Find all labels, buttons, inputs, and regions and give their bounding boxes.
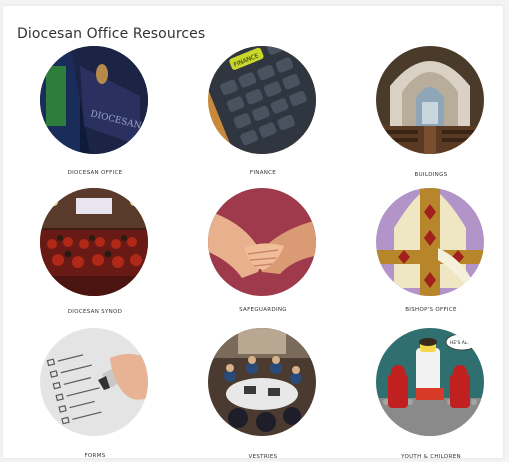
safeguarding-image[interactable]: [208, 188, 316, 296]
diocesan-office-image[interactable]: DIOCESAN OFFICE: [40, 46, 148, 154]
page-title: Diocesan Office Resources: [17, 26, 206, 42]
tile-label[interactable]: FORMS: [30, 453, 160, 459]
tile-youth-children[interactable]: HE'S ALIVE! YOUTH & CHILDREN: [376, 328, 486, 460]
tile-buildings[interactable]: BUILDINGS: [376, 46, 486, 178]
bishops-office-image[interactable]: [376, 188, 484, 296]
tile-label[interactable]: SAFEGUARDING: [198, 307, 328, 313]
lego-figures-icon: HE'S ALIVE!: [376, 328, 484, 436]
hands-icon: [208, 188, 316, 296]
calculator-icon: FINANCE: [208, 46, 316, 154]
mitre-icon: [376, 188, 484, 296]
tile-label[interactable]: DIOCESAN SYNOD: [30, 309, 160, 315]
audience-icon: [40, 188, 148, 296]
office-sign-icon: DIOCESAN OFFICE: [40, 46, 148, 154]
tile-safeguarding[interactable]: SAFEGUARDING: [208, 188, 318, 313]
church-interior-icon: [376, 46, 484, 154]
tile-diocesan-office[interactable]: DIOCESAN OFFICE DIOCESAN OFFICE: [40, 46, 150, 176]
vestries-image[interactable]: [208, 328, 316, 436]
resources-panel: Diocesan Office Resources DIOCESAN OFFIC…: [3, 6, 503, 460]
svg-text:HE'S ALIVE!: HE'S ALIVE!: [450, 340, 477, 346]
tile-forms[interactable]: FORMS: [40, 328, 150, 459]
forms-image[interactable]: [40, 328, 148, 436]
tile-vestries[interactable]: VESTRIES: [208, 328, 318, 460]
tile-finance[interactable]: FINANCE FINANCE: [208, 46, 318, 176]
tile-label[interactable]: VESTRIES: [198, 454, 328, 460]
tile-label[interactable]: YOUTH & CHILDREN: [366, 454, 496, 460]
form-icon: [40, 328, 148, 436]
tile-label[interactable]: FINANCE: [198, 170, 328, 176]
tile-bishops-office[interactable]: BISHOP'S OFFICE: [376, 188, 486, 313]
tile-label[interactable]: DIOCESAN OFFICE: [30, 170, 160, 176]
buildings-image[interactable]: [376, 46, 484, 154]
tile-label[interactable]: BISHOP'S OFFICE: [366, 307, 496, 313]
tile-label[interactable]: BUILDINGS: [366, 172, 496, 178]
finance-image[interactable]: FINANCE: [208, 46, 316, 154]
tile-diocesan-synod[interactable]: DIOCESAN SYNOD: [40, 188, 150, 315]
diocesan-synod-image[interactable]: [40, 188, 148, 296]
youth-children-image[interactable]: HE'S ALIVE!: [376, 328, 484, 436]
meeting-icon: [208, 328, 316, 436]
